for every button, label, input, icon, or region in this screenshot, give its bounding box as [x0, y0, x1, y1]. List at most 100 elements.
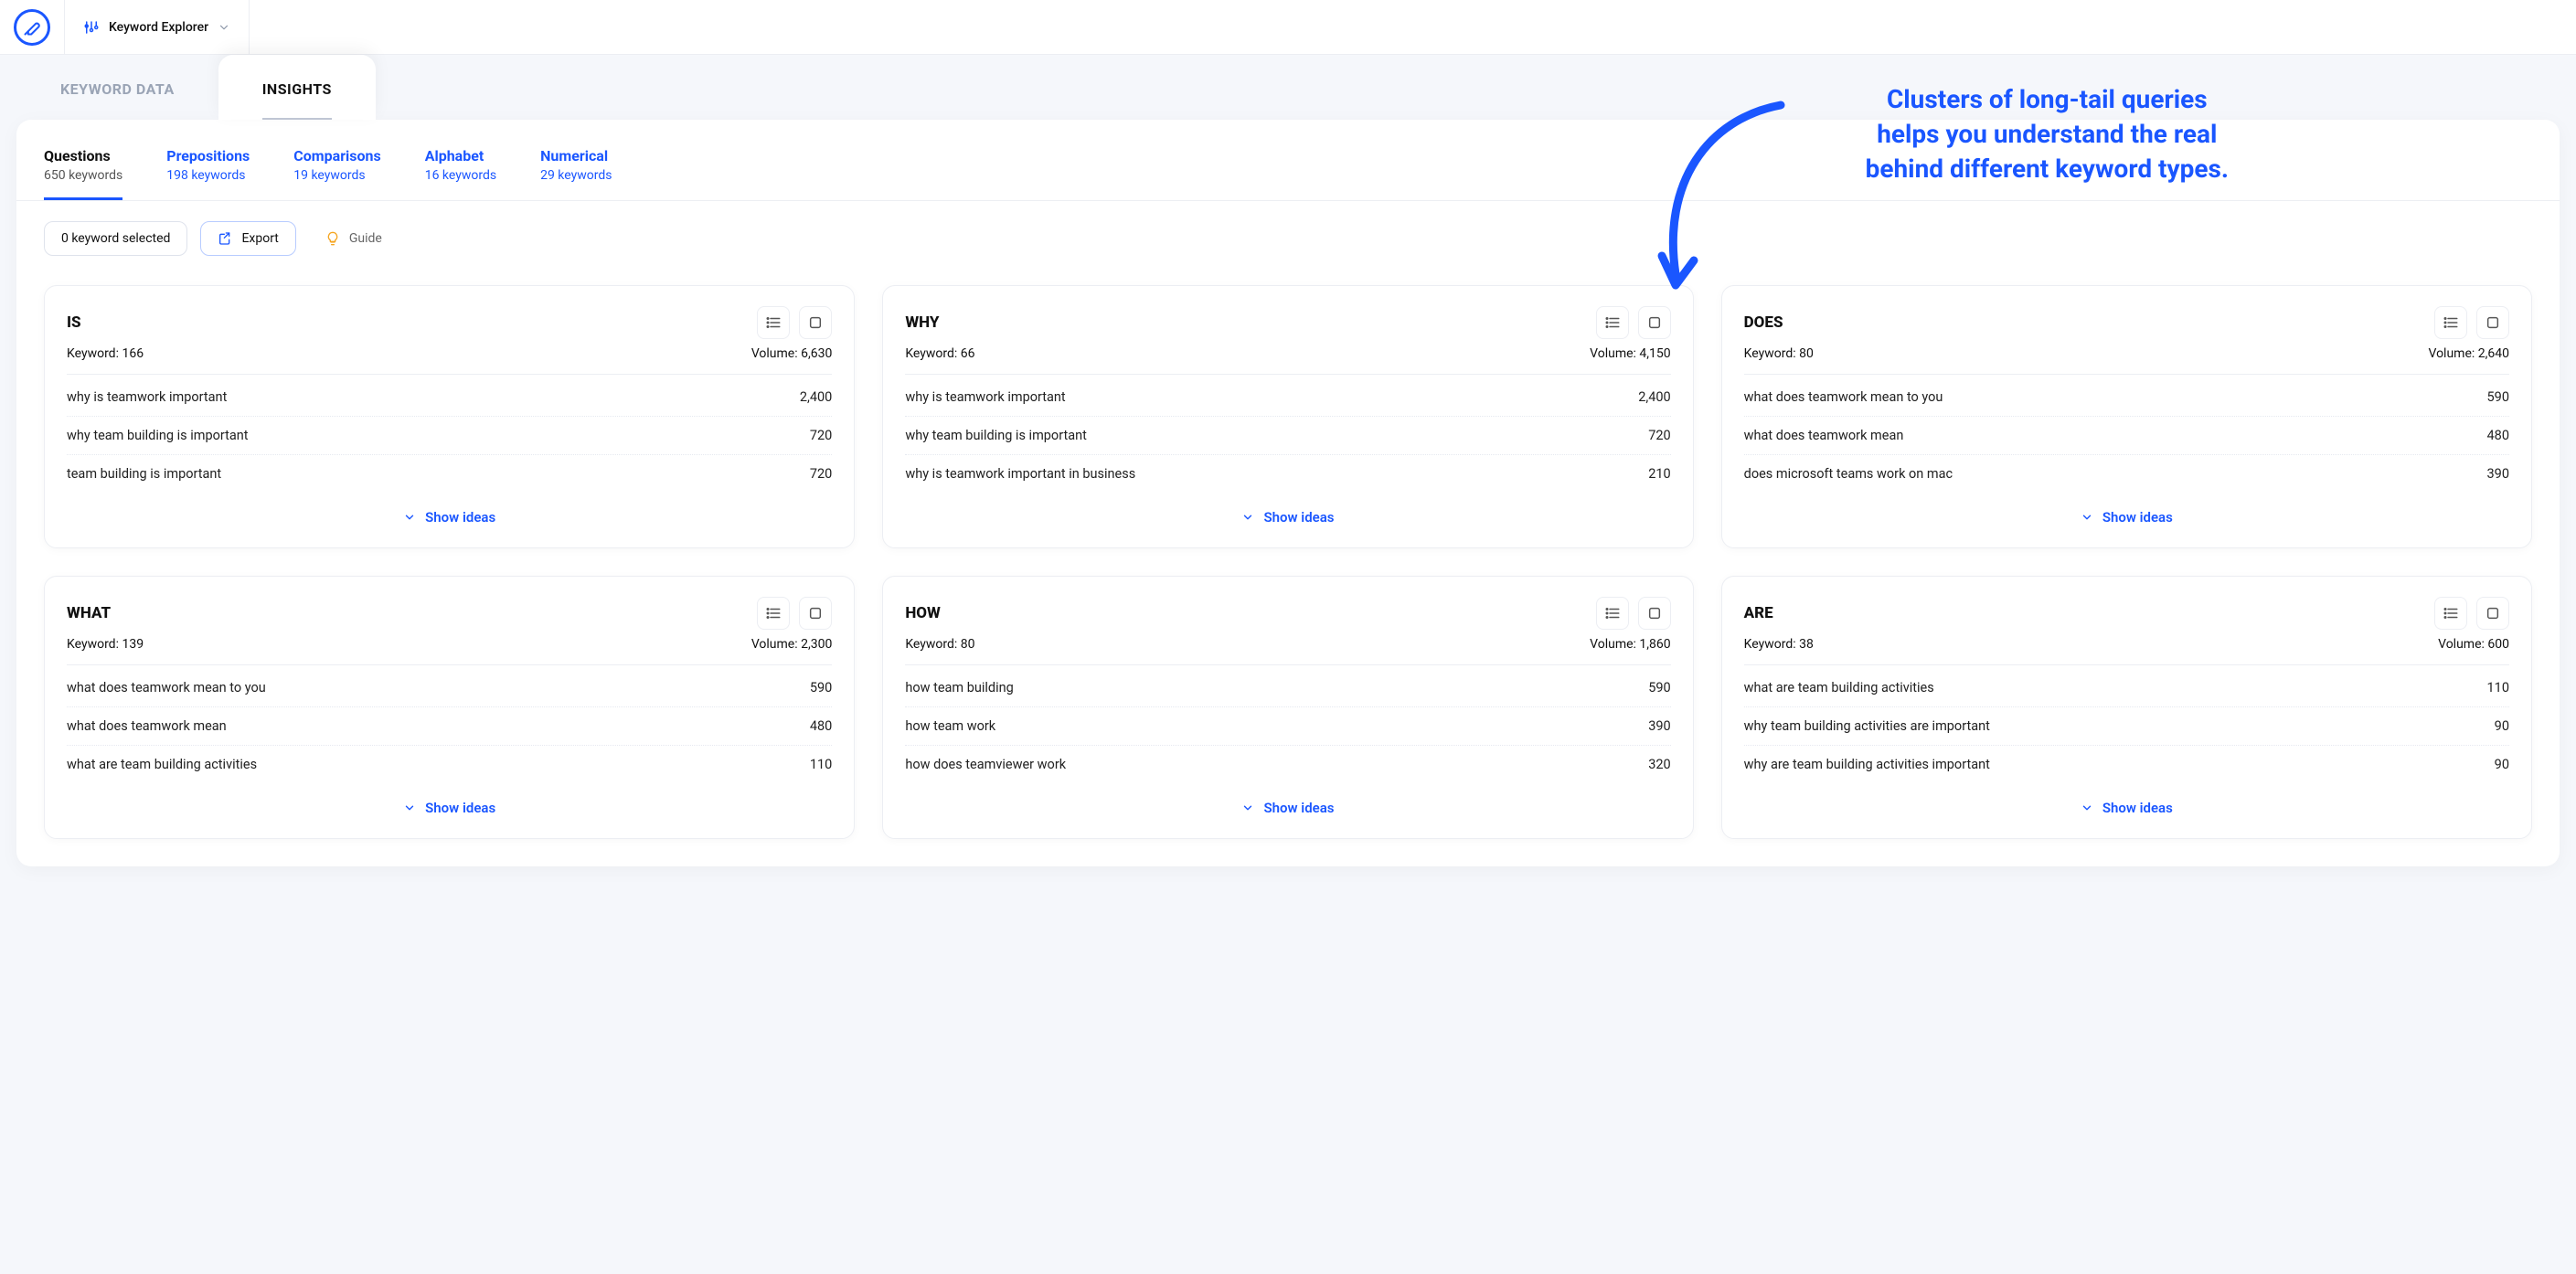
checkbox-icon: [808, 606, 823, 621]
card-keyword-count: Keyword: 80: [1744, 346, 1814, 361]
card-title: HOW: [905, 604, 941, 622]
keyword-row[interactable]: why team building activities are importa…: [1744, 707, 2509, 746]
select-all-checkbox[interactable]: [799, 597, 832, 630]
keyword-volume: 90: [2495, 757, 2509, 772]
keyword-row[interactable]: why is teamwork important2,400: [67, 378, 832, 417]
keyword-volume: 480: [2487, 428, 2509, 443]
chevron-down-icon: [2081, 802, 2093, 814]
show-ideas-button[interactable]: Show ideas: [1744, 493, 2509, 531]
keyword-text: does microsoft teams work on mac: [1744, 466, 1953, 482]
show-ideas-label: Show ideas: [425, 509, 495, 526]
keyword-text: why is teamwork important: [67, 389, 227, 405]
keyword-row[interactable]: why are team building activities importa…: [1744, 746, 2509, 783]
list-view-button[interactable]: [757, 306, 790, 339]
selected-count-label: 0 keyword selected: [61, 231, 170, 246]
show-ideas-button[interactable]: Show ideas: [905, 783, 1670, 822]
list-view-button[interactable]: [1596, 597, 1629, 630]
keyword-row[interactable]: why is teamwork important2,400: [905, 378, 1670, 417]
annotation-arrow-icon: [1634, 91, 1790, 302]
cat-count: 198 keywords: [166, 168, 250, 183]
show-ideas-label: Show ideas: [1263, 800, 1334, 816]
export-button[interactable]: Export: [200, 221, 295, 256]
cat-name: Alphabet: [425, 147, 496, 165]
show-ideas-label: Show ideas: [1263, 509, 1334, 526]
tab-keyword-data[interactable]: KEYWORD DATA: [16, 55, 218, 120]
keyword-row[interactable]: what does teamwork mean480: [1744, 417, 2509, 455]
cat-tab-prepositions[interactable]: Prepositions 198 keywords: [166, 147, 250, 200]
keyword-volume: 390: [1648, 718, 1670, 734]
chevron-down-icon: [218, 21, 230, 34]
list-icon: [765, 605, 782, 621]
select-all-checkbox[interactable]: [2476, 597, 2509, 630]
tool-selector[interactable]: Keyword Explorer: [64, 0, 250, 54]
tool-name: Keyword Explorer: [109, 20, 208, 35]
card-volume: Volume: 2,300: [751, 637, 833, 652]
keyword-volume: 720: [810, 466, 832, 482]
keyword-text: why team building activities are importa…: [1744, 718, 1990, 734]
card-title: WHAT: [67, 604, 111, 622]
card-title: DOES: [1744, 313, 1783, 332]
tab-insights[interactable]: INSIGHTS: [218, 55, 376, 120]
keyword-row[interactable]: why team building is important720: [67, 417, 832, 455]
cluster-card: ARE Keyword: 38 Volume: 600 what are tea…: [1721, 576, 2532, 839]
cat-tab-questions[interactable]: Questions 650 keywords: [44, 147, 122, 200]
show-ideas-label: Show ideas: [425, 800, 495, 816]
show-ideas-button[interactable]: Show ideas: [67, 783, 832, 822]
toolbar: 0 keyword selected Export Guide: [16, 201, 2560, 276]
annotation-text: Clusters of long-tail queries helps you …: [1866, 82, 2229, 186]
card-volume: Volume: 600: [2438, 637, 2509, 652]
main-panel: Questions 650 keywords Prepositions 198 …: [16, 120, 2560, 866]
select-all-checkbox[interactable]: [1638, 306, 1671, 339]
select-all-checkbox[interactable]: [799, 306, 832, 339]
selected-count-pill[interactable]: 0 keyword selected: [44, 221, 187, 256]
keyword-volume: 480: [810, 718, 832, 734]
keyword-volume: 720: [810, 428, 832, 443]
cluster-card: IS Keyword: 166 Volume: 6,630 why is tea…: [44, 285, 855, 548]
logo[interactable]: [0, 9, 64, 46]
card-title: WHY: [905, 313, 939, 332]
list-view-button[interactable]: [2434, 306, 2467, 339]
cat-tab-alphabet[interactable]: Alphabet 16 keywords: [425, 147, 496, 200]
cat-name: Numerical: [540, 147, 612, 165]
select-all-checkbox[interactable]: [1638, 597, 1671, 630]
list-icon: [2443, 605, 2459, 621]
keyword-volume: 110: [2487, 680, 2509, 695]
keyword-row[interactable]: what are team building activities110: [1744, 669, 2509, 707]
keyword-row[interactable]: why is teamwork important in business210: [905, 455, 1670, 493]
cat-tab-comparisons[interactable]: Comparisons 19 keywords: [293, 147, 380, 200]
card-volume: Volume: 2,640: [2428, 346, 2509, 361]
cat-count: 29 keywords: [540, 168, 612, 183]
card-keyword-count: Keyword: 139: [67, 637, 144, 652]
list-view-button[interactable]: [2434, 597, 2467, 630]
keyword-row[interactable]: how does teamviewer work320: [905, 746, 1670, 783]
keyword-text: team building is important: [67, 466, 221, 482]
show-ideas-button[interactable]: Show ideas: [67, 493, 832, 531]
keyword-row[interactable]: what does teamwork mean 480: [67, 707, 832, 746]
show-ideas-button[interactable]: Show ideas: [905, 493, 1670, 531]
list-view-button[interactable]: [1596, 306, 1629, 339]
annotation-line-3: behind different keyword types.: [1866, 152, 2229, 186]
list-view-button[interactable]: [757, 597, 790, 630]
keyword-row[interactable]: what does teamwork mean to you590: [67, 669, 832, 707]
keyword-text: how team work: [905, 718, 995, 734]
keyword-volume: 110: [810, 757, 832, 772]
cat-count: 16 keywords: [425, 168, 496, 183]
guide-label: Guide: [349, 231, 382, 246]
card-title: ARE: [1744, 604, 1773, 622]
keyword-row[interactable]: what does teamwork mean to you590: [1744, 378, 2509, 417]
keyword-row[interactable]: how team building590: [905, 669, 1670, 707]
keyword-row[interactable]: how team work 390: [905, 707, 1670, 746]
cat-tab-numerical[interactable]: Numerical 29 keywords: [540, 147, 612, 200]
keyword-row[interactable]: why team building is important720: [905, 417, 1670, 455]
checkbox-icon: [1647, 315, 1662, 330]
select-all-checkbox[interactable]: [2476, 306, 2509, 339]
cat-name: Prepositions: [166, 147, 250, 165]
keyword-volume: 320: [1648, 757, 1670, 772]
guide-button[interactable]: Guide: [309, 222, 399, 255]
annotation-line-2: helps you understand the real: [1866, 117, 2229, 152]
keyword-row[interactable]: what are team building activities110: [67, 746, 832, 783]
show-ideas-button[interactable]: Show ideas: [1744, 783, 2509, 822]
keyword-row[interactable]: team building is important 720: [67, 455, 832, 493]
keyword-row[interactable]: does microsoft teams work on mac390: [1744, 455, 2509, 493]
keyword-text: what does teamwork mean: [67, 718, 227, 734]
